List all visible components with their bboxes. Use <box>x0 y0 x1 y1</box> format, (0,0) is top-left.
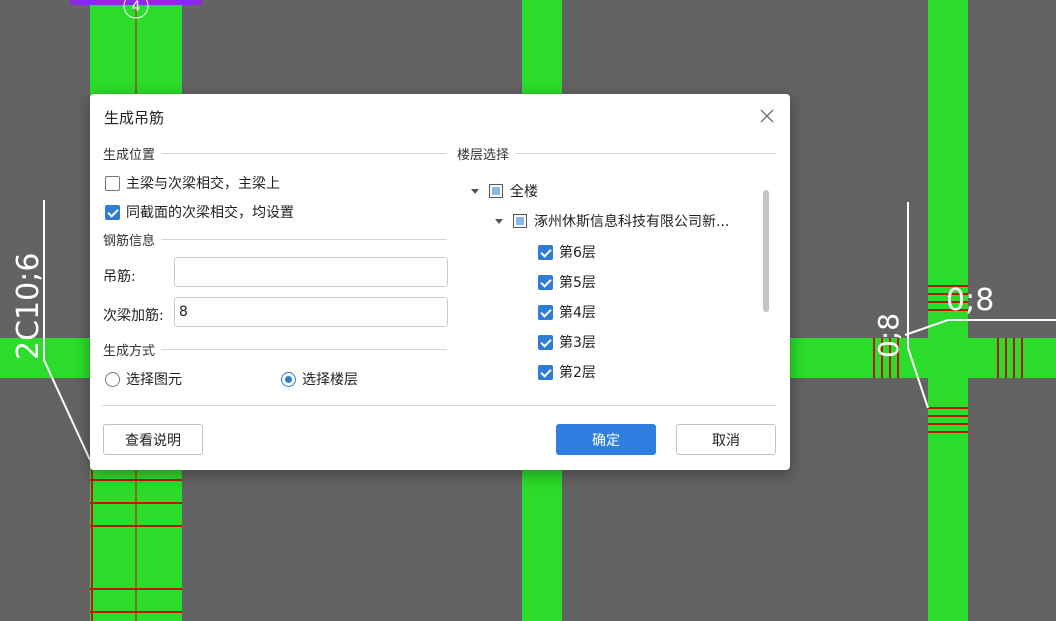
checkbox-checked[interactable] <box>105 204 120 220</box>
tree-label: 全楼 <box>510 184 538 200</box>
ok-button[interactable]: 确定 <box>556 424 656 455</box>
tree-item-whole-building[interactable]: 全楼 <box>471 181 538 201</box>
checkbox-checked[interactable] <box>538 364 553 380</box>
tree-label: 第3层 <box>559 335 596 351</box>
option-same-section-intersect[interactable]: 同截面的次梁相交，均设置 <box>105 202 294 222</box>
tree-item-floor[interactable]: 第4层 <box>538 302 596 322</box>
dialog-title: 生成吊筋 <box>104 109 165 127</box>
secondary-beam-rebar-input[interactable] <box>174 297 448 327</box>
cad-label-left: 2C10;6 <box>11 253 46 360</box>
tree-item-floor[interactable]: 第2层 <box>538 362 596 382</box>
tree-label: 第6层 <box>559 245 596 261</box>
checkbox-checked[interactable] <box>538 304 553 320</box>
view-help-button[interactable]: 查看说明 <box>103 424 203 455</box>
section-generate-method: 生成方式 <box>103 340 447 359</box>
radio-button-selected[interactable] <box>281 371 296 387</box>
leader-line-right-horizontal <box>904 319 1056 336</box>
secondary-beam-rebar-label: 次梁加筋: <box>103 308 164 324</box>
tree-item-floor[interactable]: 第5层 <box>538 272 596 292</box>
footer-divider <box>102 405 776 406</box>
tree-label: 第5层 <box>559 275 596 291</box>
checkbox-checked[interactable] <box>538 244 553 260</box>
partial-checkbox[interactable] <box>513 214 527 228</box>
partial-checkbox[interactable] <box>489 184 503 198</box>
option-label: 同截面的次梁相交，均设置 <box>126 205 294 221</box>
tree-item-project[interactable]: 涿州休斯信息科技有限公司新... <box>495 211 729 231</box>
option-label: 选择图元 <box>126 372 182 388</box>
hanger-input[interactable] <box>174 257 448 287</box>
section-title: 生成位置 <box>103 148 156 163</box>
section-floor-selection: 楼层选择 <box>457 144 776 163</box>
option-label: 主梁与次梁相交，主梁上 <box>126 176 280 192</box>
option-main-secondary-intersect[interactable]: 主梁与次梁相交，主梁上 <box>105 173 280 193</box>
cancel-button[interactable]: 取消 <box>676 424 776 455</box>
option-select-elements[interactable]: 选择图元 <box>105 369 182 389</box>
tree-label: 第2层 <box>559 365 596 381</box>
tree-scrollbar[interactable] <box>763 190 769 312</box>
tree-item-floor[interactable]: 第3层 <box>538 332 596 352</box>
radio-button[interactable] <box>105 371 120 387</box>
cad-label-right-horizontal: 0;8 <box>946 283 994 318</box>
generate-hanger-dialog: 生成吊筋 生成位置 主梁与次梁相交，主梁上 同截面的次梁相交，均设置 钢筋信息 … <box>90 94 790 470</box>
cad-label-right-vertical: 0;8 <box>872 313 905 358</box>
leader-line-left <box>43 200 91 461</box>
close-icon[interactable] <box>758 107 776 125</box>
hanger-label: 吊筋: <box>103 269 136 285</box>
expand-arrow-icon[interactable] <box>471 188 479 194</box>
checkbox-checked[interactable] <box>538 274 553 290</box>
section-title: 钢筋信息 <box>103 234 156 249</box>
section-generate-position: 生成位置 <box>103 144 447 163</box>
option-label: 选择楼层 <box>302 372 358 388</box>
grid-marker-number: 4 <box>132 0 141 15</box>
section-title: 楼层选择 <box>457 148 510 163</box>
section-rebar-info: 钢筋信息 <box>103 230 447 249</box>
option-select-floors[interactable]: 选择楼层 <box>281 369 358 389</box>
expand-arrow-icon[interactable] <box>495 218 503 224</box>
tree-item-floor[interactable]: 第6层 <box>538 242 596 262</box>
checkbox-checked[interactable] <box>538 334 553 350</box>
section-title: 生成方式 <box>103 344 156 359</box>
checkbox[interactable] <box>105 175 120 191</box>
tree-label: 第4层 <box>559 305 596 321</box>
tree-label: 涿州休斯信息科技有限公司新... <box>534 214 730 230</box>
